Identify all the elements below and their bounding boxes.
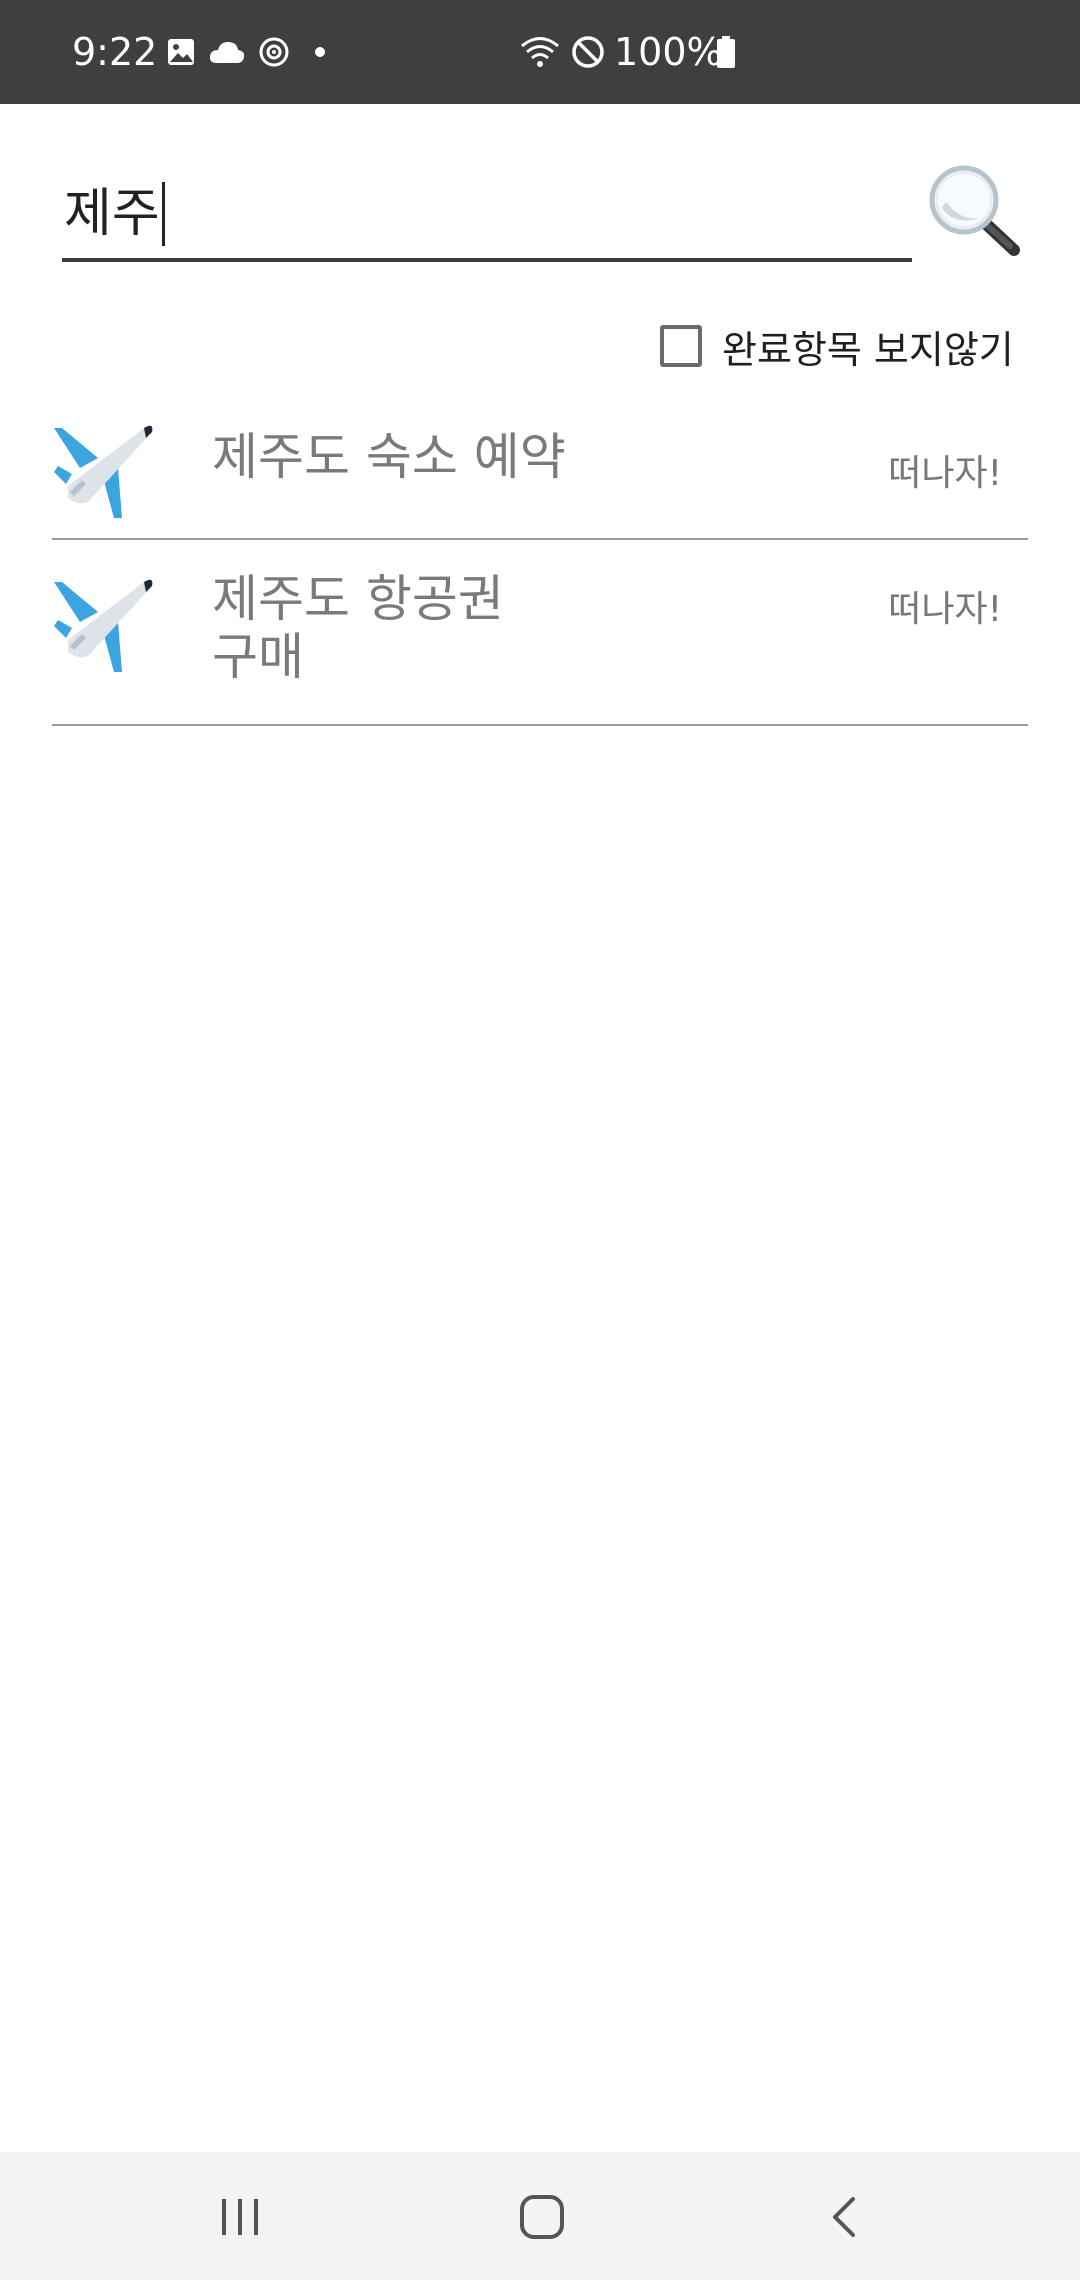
do-not-disturb-icon: [568, 30, 608, 74]
cloud-icon: [206, 30, 248, 74]
item-title-line: 제주도 항공권: [212, 570, 504, 628]
wifi-icon: [518, 30, 562, 74]
airplane-icon: [52, 414, 160, 522]
dot-icon: [312, 30, 328, 74]
home-icon: [520, 2195, 564, 2239]
image-icon: [163, 30, 199, 74]
item-badge: 떠나자!: [888, 453, 1002, 494]
back-button[interactable]: [804, 2182, 884, 2252]
item-title-line: 제주도 숙소 예약: [212, 428, 566, 486]
search-input[interactable]: 제주: [62, 170, 912, 262]
home-button[interactable]: [502, 2182, 582, 2252]
list-item[interactable]: 제주도 항공권 구매 떠나자!: [52, 540, 1028, 726]
airplane-icon: [52, 568, 160, 676]
battery-icon: [714, 30, 738, 74]
back-icon: [833, 2197, 855, 2237]
navigation-bar: [0, 2152, 1080, 2280]
status-time: 9:22: [72, 30, 158, 74]
list-item[interactable]: 제주도 숙소 예약 떠나자!: [52, 404, 1028, 540]
hide-completed-toggle[interactable]: 완료항목 보지않기: [660, 318, 1014, 374]
item-title-line: 구매: [212, 628, 304, 686]
battery-percent: 100%: [614, 30, 723, 74]
search-button[interactable]: [922, 158, 1026, 262]
item-title: 제주도 숙소 예약: [212, 428, 566, 486]
hide-completed-label: 완료항목 보지않기: [722, 327, 1014, 372]
recent-apps-button[interactable]: [200, 2182, 280, 2252]
status-bar: 9:22 100%: [0, 0, 1080, 104]
search-input-text: 제주: [64, 184, 160, 244]
item-badge: 떠나자!: [888, 589, 1002, 630]
recent-apps-icon: [222, 2199, 258, 2235]
text-cursor: [161, 182, 165, 246]
sync-icon: [254, 30, 294, 74]
magnifier-icon: [929, 165, 1020, 256]
item-title: 제주도 항공권 구매: [212, 570, 504, 686]
hide-completed-checkbox[interactable]: [660, 325, 702, 367]
